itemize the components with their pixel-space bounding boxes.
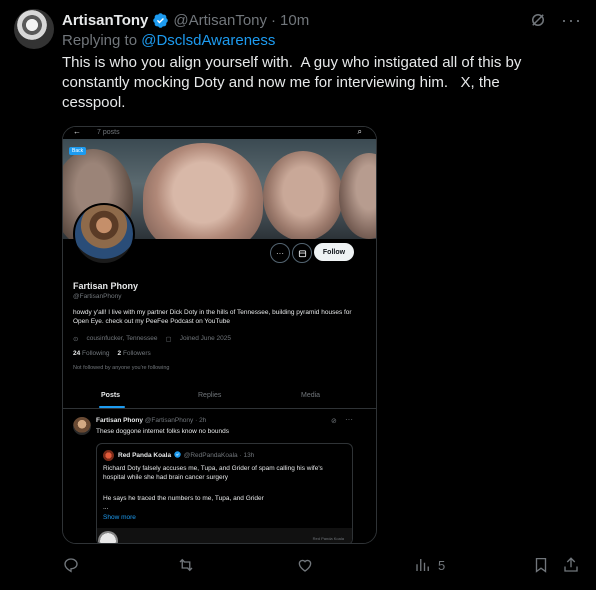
quote-text: Richard Doty falsely accuses me, Tupa, a… [103,465,323,481]
separator-dot: · [271,11,277,29]
posts-count: 7 posts [97,129,120,136]
post-text: These doggone internet folks know no bou… [96,428,229,435]
bookmark-icon [535,557,547,573]
show-more-link: Show more [103,514,136,521]
quote-avatar [103,450,114,461]
verified-badge-icon [174,451,181,458]
reply-icon [64,558,78,573]
repost-button[interactable] [177,556,195,574]
tab-media: Media [301,392,321,399]
profile-more-button: ··· [270,243,290,263]
grok-icon: ⊘ [331,418,337,425]
author-handle[interactable]: @ArtisanTony [173,12,267,29]
quote-text-2: He says he traced the numbers to me, Tup… [103,495,264,502]
profile-name: Fartisan Phony [73,281,139,291]
active-tab-indicator [99,406,125,408]
subscribe-icon [292,243,312,263]
search-icon: ⌕ [357,127,362,136]
profile-tabs: Posts Replies Media [63,385,376,409]
profile-location: cousinfucker, Tennessee [86,335,158,342]
reply-button[interactable] [62,556,80,574]
tweet-actions: 5 [62,556,582,576]
following-label: Following [82,350,110,357]
tweet-media-image[interactable]: ← 7 posts ⌕ Back ··· Follow Fartisan Pho… [62,126,377,544]
share-button[interactable] [562,556,580,574]
post-author-name: Fartisan Phony [96,417,143,424]
views-button[interactable]: 5 [414,556,445,574]
back-arrow-icon: ← [73,127,81,136]
back-chip: Back [69,147,87,155]
followers-count: 2 [117,350,122,357]
views-count: 5 [438,557,446,573]
like-icon [298,559,312,572]
verified-badge-icon [153,12,169,28]
quoted-post: Red Panda Koala @RedPandaKoala · 13h Ric… [96,443,353,543]
replying-to: Replying to @DsclsdAwareness [62,32,275,49]
follow-button: Follow [314,243,354,261]
profile-follow-stats: 24 Following 2 Followers [73,350,151,357]
share-icon [564,557,578,572]
replying-to-label: Replying to [62,32,142,49]
following-count: 24 [73,350,81,357]
profile-screenshot: ← 7 posts ⌕ Back ··· Follow Fartisan Pho… [63,127,376,543]
tab-posts: Posts [101,392,121,399]
quote-thumbnail-logo [98,531,118,543]
profile-bio: howdy y'all! I live with my partner Dick… [73,309,352,325]
quote-author-name: Red Panda Koala [118,452,172,459]
profile-handle: @FartisanPhony [73,293,122,300]
tweet-text: This is who you align yourself with. A g… [62,54,526,111]
quote-thumbnail-label: Red Panda Koala [312,536,344,541]
not-followed-note: Not followed by anyone you're following [73,365,170,371]
quote-ellipsis: ... [103,504,109,511]
more-icon: ··· [345,415,353,424]
like-button[interactable] [296,556,314,574]
banner-figure [339,153,376,239]
quote-thumbnail: Red Panda Koala [97,528,352,543]
location-icon: ⊙ [73,336,79,343]
repost-icon [179,558,193,572]
followers-label: Followers [122,350,151,357]
post-meta: @FartisanPhony · 2h [144,417,207,424]
post-header: Fartisan Phony @FartisanPhony · 2h [96,417,206,424]
tweet-time[interactable]: 10m [280,12,309,29]
bookmark-button[interactable] [532,556,550,574]
profile-avatar [73,203,135,265]
profile-meta: ⊙ cousinfucker, Tennessee ▢ Joined June 20… [73,335,231,343]
grok-icon[interactable] [529,11,547,29]
post-avatar [73,417,91,435]
quote-header: Red Panda Koala @RedPandaKoala · 13h [118,451,254,459]
screenshot-topbar: ← 7 posts ⌕ [63,127,376,139]
tweet-header: ArtisanTony @ArtisanTony · 10m ··· [62,10,582,30]
profile-joined: Joined June 2025 [179,335,232,342]
tab-replies: Replies [198,392,222,399]
author-avatar[interactable] [14,9,54,49]
more-icon[interactable]: ··· [561,11,582,29]
banner-figure [143,143,263,239]
author-name[interactable]: ArtisanTony [62,12,148,29]
replying-to-handle[interactable]: @DsclsdAwareness [141,32,275,49]
calendar-icon: ▢ [165,336,172,343]
quote-meta: @RedPandaKoala · 13h [183,452,255,459]
banner-figure [263,151,343,239]
views-icon [416,559,429,571]
